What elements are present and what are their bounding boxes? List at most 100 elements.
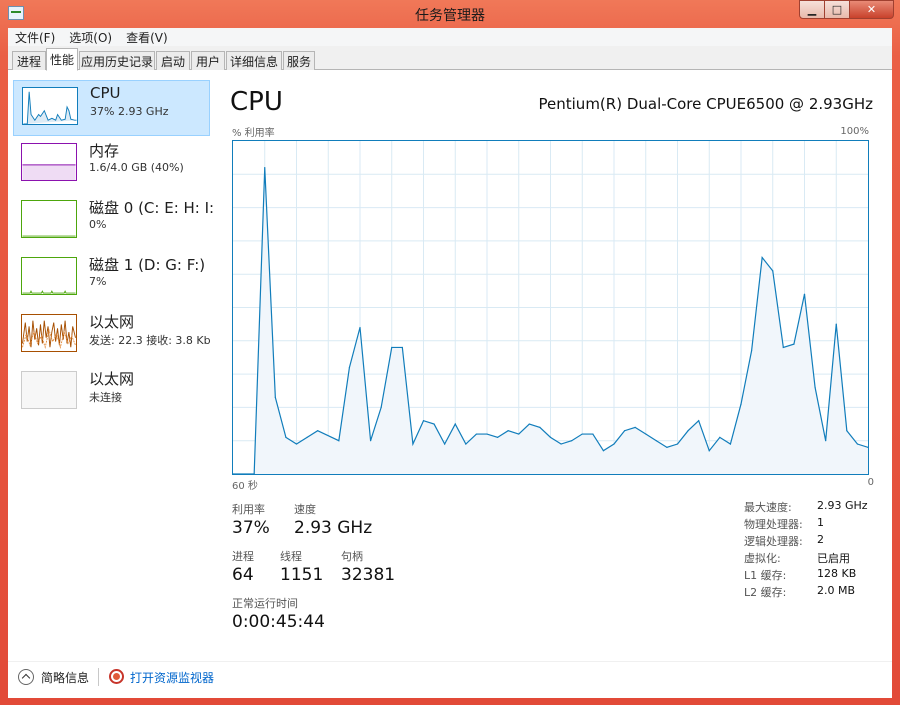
fewer-details-link[interactable]: 简略信息 bbox=[41, 669, 89, 686]
cpu-usage-point bbox=[444, 443, 446, 445]
minimize-button[interactable]: ▁ bbox=[799, 0, 825, 19]
cpu-usage-point bbox=[359, 326, 361, 329]
cpu-usage-point bbox=[602, 450, 605, 452]
cpu-usage-point bbox=[729, 443, 732, 445]
title-bar[interactable]: 任务管理器 ▁ □ ✕ bbox=[0, 0, 900, 28]
sidebar-item-value: 发送: 22.3 接收: 3.8 Kb bbox=[89, 334, 211, 347]
tab-performance[interactable]: 性能 bbox=[46, 48, 78, 71]
sidebar-item-value: 未连接 bbox=[89, 391, 122, 404]
utilization-label: 利用率 bbox=[232, 503, 265, 516]
y-axis-max-label: 100% bbox=[840, 126, 869, 137]
sidebar-item-label: 以太网 bbox=[89, 370, 135, 388]
page-title: CPU bbox=[230, 87, 283, 117]
sidebar-item-disk0[interactable]: 磁盘 0 (C: E: H: I: 0% bbox=[13, 194, 214, 250]
cpu-usage-point bbox=[507, 430, 509, 432]
cpu-usage-point bbox=[867, 446, 868, 448]
tab-services[interactable]: 服务 bbox=[283, 51, 315, 70]
sidebar-item-label: 磁盘 1 (D: G: F:) bbox=[89, 256, 206, 274]
cpu-usage-point bbox=[391, 346, 393, 349]
sidebar-item-ethernet-2[interactable]: 以太网 未连接 bbox=[13, 365, 210, 421]
sidebar-item-disk1[interactable]: 磁盘 1 (D: G: F:) 7% bbox=[13, 251, 210, 307]
window-title: 任务管理器 bbox=[415, 8, 485, 24]
speed-value: 2.93 GHz bbox=[294, 518, 373, 538]
cpu-usage-point bbox=[369, 440, 372, 442]
cpu-usage-point bbox=[835, 323, 837, 325]
cpu-usage-point bbox=[264, 167, 266, 169]
threads-label: 线程 bbox=[280, 550, 302, 563]
cpu-usage-point bbox=[666, 446, 668, 448]
cpu-usage-point bbox=[560, 443, 562, 445]
processes-label: 进程 bbox=[232, 550, 254, 563]
tab-app-history[interactable]: 应用历史记录 bbox=[79, 51, 155, 70]
sockets-label: 物理处理器: bbox=[744, 518, 803, 531]
cpu-usage-point bbox=[412, 443, 414, 445]
sidebar-item-memory[interactable]: 内存 1.6/4.0 GB (40%) bbox=[13, 137, 210, 193]
cpu-usage-point bbox=[750, 350, 753, 352]
cpu-usage-point bbox=[539, 426, 541, 428]
cpu-usage-point bbox=[856, 443, 859, 445]
cpu-usage-point bbox=[793, 343, 795, 345]
disk0-thumbnail bbox=[21, 200, 77, 238]
cpu-usage-point bbox=[623, 430, 626, 432]
sockets-value: 1 bbox=[817, 516, 824, 529]
sidebar-item-cpu[interactable]: CPU 37% 2.93 GHz bbox=[13, 80, 210, 136]
cpu-usage-point bbox=[274, 396, 276, 399]
logical-processors-value: 2 bbox=[817, 533, 824, 546]
cpu-usage-point bbox=[295, 443, 298, 445]
tab-processes[interactable]: 进程 bbox=[12, 51, 46, 70]
disk1-thumbnail bbox=[21, 257, 77, 295]
speed-label: 速度 bbox=[294, 503, 316, 516]
processes-value: 64 bbox=[232, 565, 254, 585]
sidebar-item-value: 1.6/4.0 GB (40%) bbox=[89, 161, 184, 174]
menu-view[interactable]: 查看(V) bbox=[119, 28, 175, 46]
window-frame: 任务管理器 ▁ □ ✕ 文件(F) 选项(O) 查看(V) 进程 性能 应用历史… bbox=[0, 0, 900, 705]
close-button[interactable]: ✕ bbox=[849, 0, 894, 19]
cpu-usage-point bbox=[285, 436, 287, 438]
tab-details[interactable]: 详细信息 bbox=[226, 51, 282, 70]
cpu-usage-point bbox=[306, 436, 308, 438]
y-axis-label: % 利用率 bbox=[232, 128, 275, 139]
cpu-usage-point bbox=[518, 433, 520, 435]
resource-monitor-icon[interactable] bbox=[109, 669, 124, 684]
max-speed-label: 最大速度: bbox=[744, 501, 792, 514]
tab-users[interactable]: 用户 bbox=[191, 51, 225, 70]
menu-options[interactable]: 选项(O) bbox=[62, 28, 119, 46]
cpu-model-name: Pentium(R) Dual-Core CPUE6500 @ 2.93GHz bbox=[538, 95, 873, 113]
virtualization-value: 已启用 bbox=[817, 552, 850, 565]
x-axis-left-label: 60 秒 bbox=[232, 481, 258, 492]
cpu-usage-point bbox=[846, 430, 848, 432]
sidebar-item-value: 0% bbox=[89, 218, 107, 231]
cpu-usage-point bbox=[549, 436, 552, 438]
cpu-usage-point bbox=[475, 433, 478, 435]
sidebar-item-label: 磁盘 0 (C: E: H: I: bbox=[89, 199, 215, 217]
cpu-thumbnail bbox=[22, 87, 78, 125]
menu-bar: 文件(F) 选项(O) 查看(V) bbox=[8, 28, 892, 46]
chevron-up-icon[interactable] bbox=[18, 669, 34, 685]
l2-cache-label: L2 缓存: bbox=[744, 586, 787, 599]
cpu-usage-point bbox=[401, 346, 403, 349]
cpu-usage-point bbox=[772, 270, 774, 272]
cpu-usage-point bbox=[571, 440, 573, 442]
open-resource-monitor-link[interactable]: 打开资源监视器 bbox=[130, 669, 214, 686]
cpu-usage-point bbox=[613, 443, 615, 445]
tab-startup[interactable]: 启动 bbox=[156, 51, 190, 70]
cpu-usage-point bbox=[803, 293, 806, 295]
cpu-usage-point bbox=[433, 423, 435, 425]
max-speed-value: 2.93 GHz bbox=[817, 499, 868, 512]
menu-file[interactable]: 文件(F) bbox=[8, 28, 62, 46]
cpu-usage-point bbox=[645, 433, 647, 435]
cpu-usage-point bbox=[528, 423, 530, 425]
cpu-usage-point bbox=[708, 450, 710, 452]
maximize-button[interactable]: □ bbox=[824, 0, 850, 19]
sidebar-item-ethernet[interactable]: 以太网 发送: 22.3 接收: 3.8 Kb bbox=[13, 308, 211, 364]
cpu-usage-point bbox=[454, 423, 456, 425]
uptime-value: 0:00:45:44 bbox=[232, 612, 325, 632]
cpu-usage-point bbox=[814, 386, 816, 389]
cpu-usage-point bbox=[719, 436, 721, 438]
cpu-usage-point bbox=[486, 433, 488, 435]
sidebar-item-label: 以太网 bbox=[89, 313, 135, 331]
cpu-usage-graph bbox=[232, 140, 869, 475]
logical-processors-label: 逻辑处理器: bbox=[744, 535, 803, 548]
ethernet2-thumbnail bbox=[21, 371, 77, 409]
x-axis-right-label: 0 bbox=[867, 477, 874, 488]
